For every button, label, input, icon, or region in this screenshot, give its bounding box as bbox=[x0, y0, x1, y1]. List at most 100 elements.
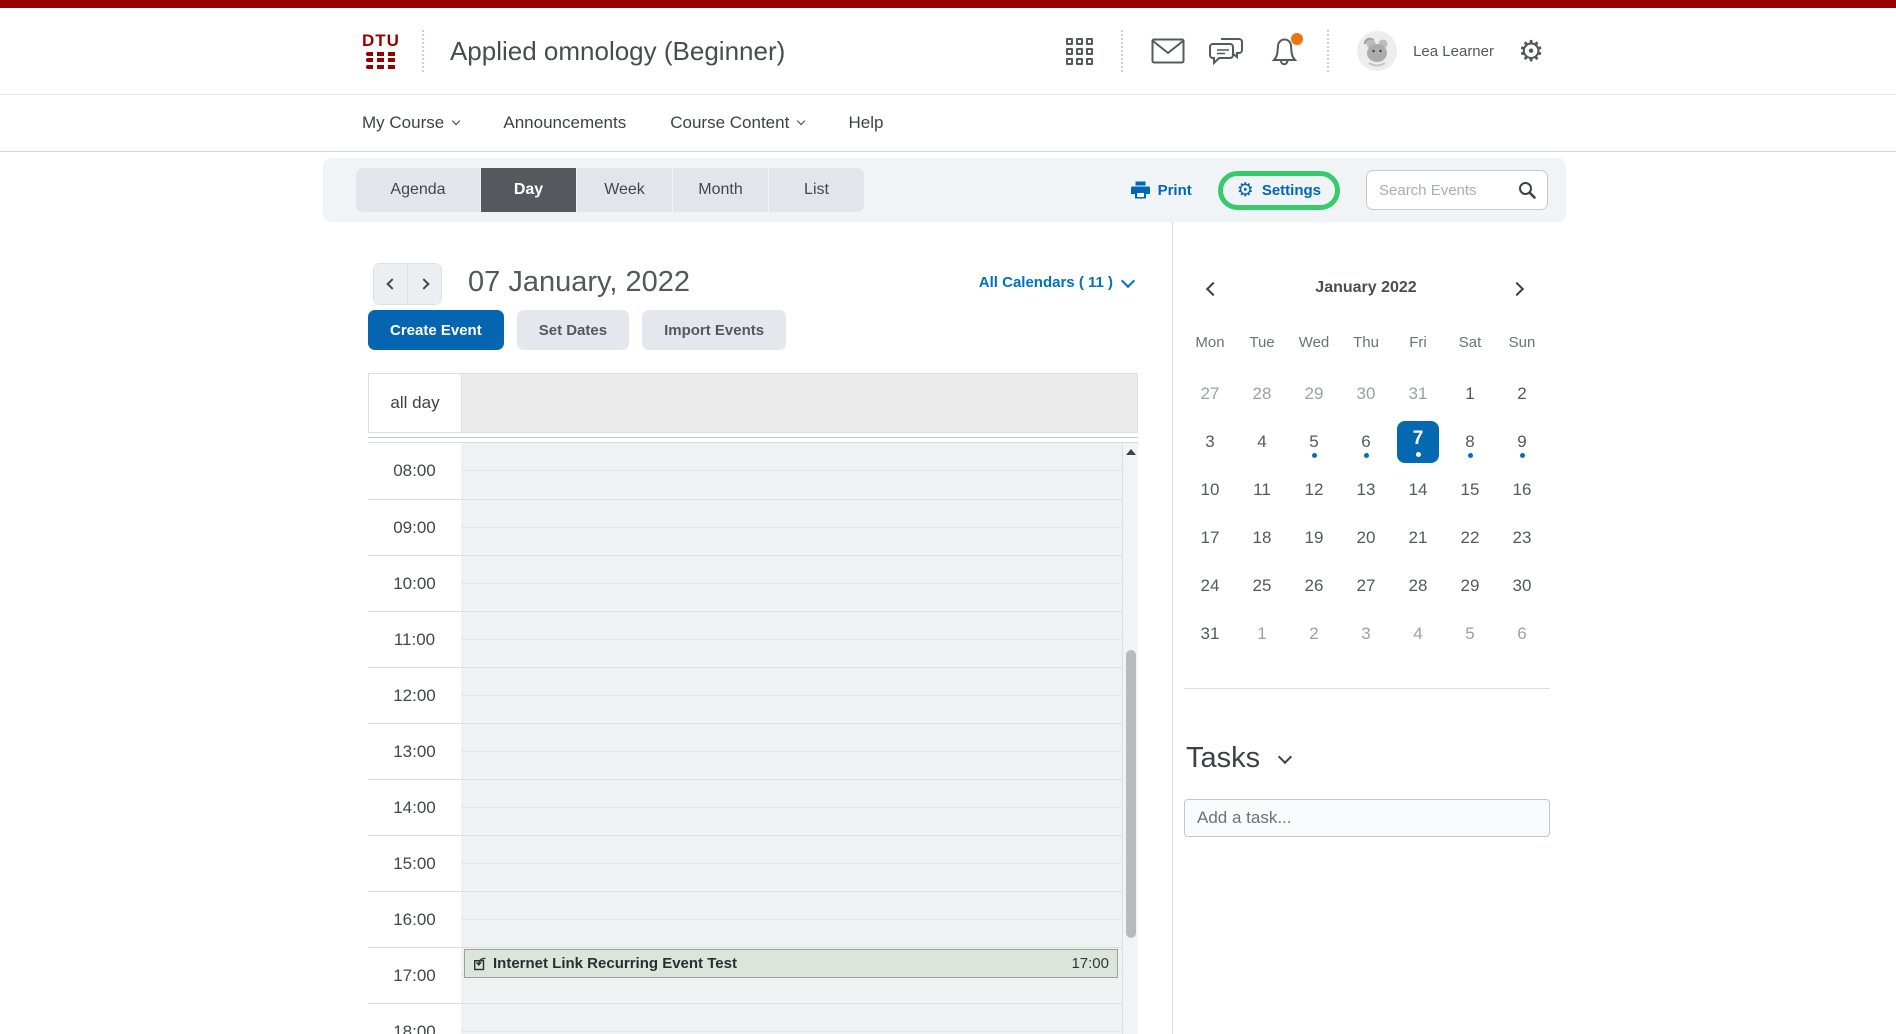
hour-cell[interactable] bbox=[461, 780, 1138, 835]
nav-item-help[interactable]: Help bbox=[849, 113, 884, 133]
add-task-input[interactable] bbox=[1184, 799, 1550, 837]
day-number: 1 bbox=[1257, 624, 1266, 644]
mail-icon[interactable] bbox=[1151, 38, 1185, 64]
scroll-up-arrow-icon[interactable] bbox=[1126, 449, 1136, 455]
tab-month[interactable]: Month bbox=[672, 168, 768, 212]
hour-label: 10:00 bbox=[368, 556, 461, 611]
print-button[interactable]: Print bbox=[1131, 181, 1192, 199]
mini-cal-day-selected[interactable]: 7 bbox=[1392, 418, 1444, 466]
event-dot bbox=[1312, 453, 1317, 458]
mini-cal-day[interactable]: 16 bbox=[1496, 466, 1548, 514]
mini-cal-day[interactable]: 14 bbox=[1392, 466, 1444, 514]
mini-cal-day[interactable]: 9 bbox=[1496, 418, 1548, 466]
mini-cal-day[interactable]: 27 bbox=[1184, 370, 1236, 418]
mini-cal-day[interactable]: 18 bbox=[1236, 514, 1288, 562]
hour-label: 17:00 bbox=[368, 948, 461, 1003]
hour-cell[interactable] bbox=[461, 668, 1138, 723]
create-event-button[interactable]: Create Event bbox=[368, 310, 504, 350]
hour-cell[interactable] bbox=[461, 892, 1138, 947]
all-day-cell[interactable] bbox=[462, 374, 1137, 432]
mini-cal-day[interactable]: 17 bbox=[1184, 514, 1236, 562]
tab-day[interactable]: Day bbox=[480, 168, 576, 212]
mini-cal-prev-month-button[interactable] bbox=[1206, 282, 1220, 296]
hour-cell[interactable] bbox=[461, 724, 1138, 779]
mini-cal-day[interactable]: 3 bbox=[1184, 418, 1236, 466]
mini-cal-weekday-header: MonTueWedThuFriSatSun bbox=[1184, 334, 1548, 351]
hour-cell[interactable] bbox=[461, 612, 1138, 667]
hour-row-11-00: 11:00 bbox=[368, 611, 1138, 667]
mini-cal-day[interactable]: 6 bbox=[1496, 610, 1548, 658]
mini-cal-day[interactable]: 26 bbox=[1288, 562, 1340, 610]
header-separator bbox=[422, 30, 424, 72]
scrollbar-thumb[interactable] bbox=[1126, 650, 1136, 938]
mini-cal-day[interactable]: 25 bbox=[1236, 562, 1288, 610]
chevron-left-icon bbox=[386, 278, 397, 289]
hour-cell[interactable] bbox=[461, 500, 1138, 555]
chat-icon[interactable] bbox=[1209, 36, 1245, 66]
search-events-input[interactable] bbox=[1377, 181, 1517, 200]
mini-cal-day[interactable]: 29 bbox=[1444, 562, 1496, 610]
mini-cal-day[interactable]: 20 bbox=[1340, 514, 1392, 562]
nav-item-announcements[interactable]: Announcements bbox=[503, 113, 626, 133]
mini-cal-day[interactable]: 4 bbox=[1392, 610, 1444, 658]
mini-cal-day[interactable]: 8 bbox=[1444, 418, 1496, 466]
mini-cal-day[interactable]: 28 bbox=[1392, 562, 1444, 610]
grid-scrollbar[interactable] bbox=[1122, 443, 1138, 1034]
mini-cal-day[interactable]: 1 bbox=[1444, 370, 1496, 418]
mini-cal-day[interactable]: 31 bbox=[1184, 610, 1236, 658]
tasks-section-header[interactable]: Tasks bbox=[1186, 742, 1290, 775]
calendar-event[interactable]: Internet Link Recurring Event Test17:00 bbox=[464, 949, 1118, 978]
next-day-button[interactable] bbox=[407, 264, 441, 304]
mini-cal-day[interactable]: 6 bbox=[1340, 418, 1392, 466]
mini-cal-day[interactable]: 30 bbox=[1496, 562, 1548, 610]
hour-cell[interactable] bbox=[461, 1004, 1138, 1034]
set-dates-button[interactable]: Set Dates bbox=[517, 310, 629, 350]
mini-cal-day[interactable]: 11 bbox=[1236, 466, 1288, 514]
mini-cal-day[interactable]: 1 bbox=[1236, 610, 1288, 658]
hour-cell[interactable] bbox=[461, 443, 1138, 499]
all-calendars-dropdown[interactable]: All Calendars ( 11 ) bbox=[868, 274, 1133, 291]
mini-cal-day[interactable]: 28 bbox=[1236, 370, 1288, 418]
mini-cal-day[interactable]: 23 bbox=[1496, 514, 1548, 562]
hour-cell[interactable]: Internet Link Recurring Event Test17:00 bbox=[461, 948, 1138, 1003]
dtu-logo[interactable]: DTU bbox=[362, 33, 400, 69]
mini-cal-day[interactable]: 13 bbox=[1340, 466, 1392, 514]
mini-cal-day[interactable]: 22 bbox=[1444, 514, 1496, 562]
user-name[interactable]: Lea Learner bbox=[1413, 43, 1494, 60]
mini-cal-day[interactable]: 31 bbox=[1392, 370, 1444, 418]
nav-item-my-course[interactable]: My Course bbox=[362, 113, 459, 133]
mini-cal-day[interactable]: 5 bbox=[1444, 610, 1496, 658]
day-number: 27 bbox=[1201, 384, 1220, 404]
app-launcher-icon[interactable] bbox=[1066, 38, 1093, 65]
hour-cell[interactable] bbox=[461, 556, 1138, 611]
tab-week[interactable]: Week bbox=[576, 168, 672, 212]
chevron-down-icon bbox=[1121, 274, 1135, 288]
previous-day-button[interactable] bbox=[374, 264, 407, 304]
mini-cal-day[interactable]: 21 bbox=[1392, 514, 1444, 562]
tab-agenda[interactable]: Agenda bbox=[356, 168, 480, 212]
mini-cal-day[interactable]: 3 bbox=[1340, 610, 1392, 658]
mini-cal-day[interactable]: 15 bbox=[1444, 466, 1496, 514]
settings-button[interactable]: ⚙ Settings bbox=[1237, 181, 1321, 200]
mini-cal-next-month-button[interactable] bbox=[1510, 282, 1524, 296]
mini-cal-day[interactable]: 19 bbox=[1288, 514, 1340, 562]
mini-cal-day[interactable]: 30 bbox=[1340, 370, 1392, 418]
import-events-button[interactable]: Import Events bbox=[642, 310, 786, 350]
account-gear-icon[interactable]: ⚙ bbox=[1518, 37, 1544, 66]
mini-cal-day[interactable]: 12 bbox=[1288, 466, 1340, 514]
mini-cal-day[interactable]: 2 bbox=[1288, 610, 1340, 658]
hour-cell[interactable] bbox=[461, 836, 1138, 891]
course-nav: My Course Announcements Course Content Help bbox=[0, 95, 1896, 152]
nav-item-course-content[interactable]: Course Content bbox=[670, 113, 804, 133]
search-icon[interactable] bbox=[1517, 180, 1537, 200]
mini-cal-day[interactable]: 24 bbox=[1184, 562, 1236, 610]
mini-cal-day[interactable]: 2 bbox=[1496, 370, 1548, 418]
mini-cal-day[interactable]: 5 bbox=[1288, 418, 1340, 466]
mini-cal-day[interactable]: 10 bbox=[1184, 466, 1236, 514]
mini-cal-day[interactable]: 29 bbox=[1288, 370, 1340, 418]
mini-cal-day[interactable]: 4 bbox=[1236, 418, 1288, 466]
notifications-bell-icon[interactable] bbox=[1269, 35, 1299, 67]
mini-cal-day[interactable]: 27 bbox=[1340, 562, 1392, 610]
avatar[interactable] bbox=[1357, 31, 1397, 71]
tab-list[interactable]: List bbox=[768, 168, 864, 212]
